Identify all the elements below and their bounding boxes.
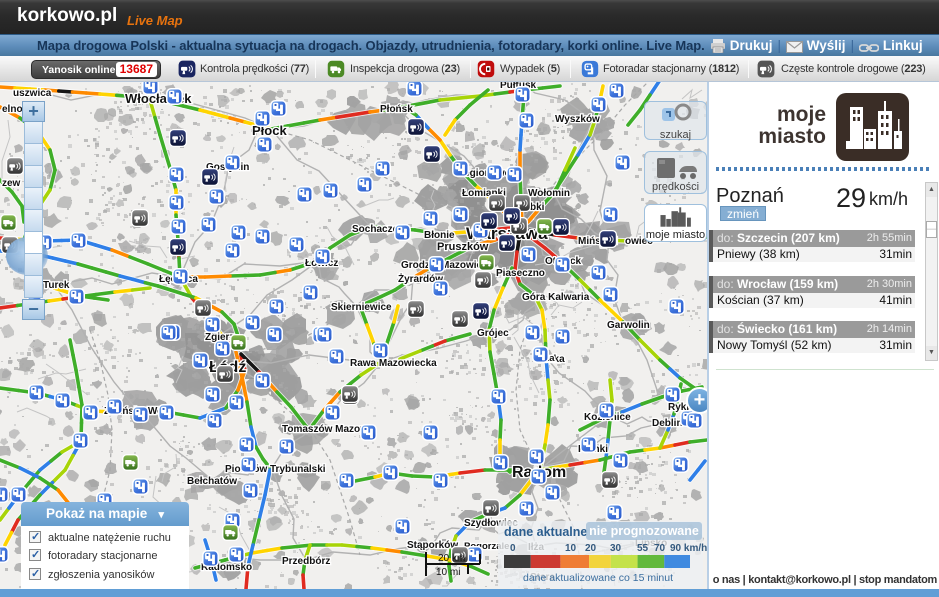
svg-text:Skierniewice: Skierniewice <box>331 302 392 313</box>
svg-text:Błonie: Błonie <box>424 230 455 241</box>
svg-text:Rawa Mazowiecka: Rawa Mazowiecka <box>350 358 437 369</box>
svg-text:Tomaszów Mazow: Tomaszów Mazow <box>282 424 368 435</box>
svg-text:Grójec: Grójec <box>477 328 509 339</box>
svg-text:20 km: 20 km <box>438 553 465 564</box>
svg-text:elno: elno <box>2 104 23 115</box>
svg-text:Góra Kalwaria: Góra Kalwaria <box>522 292 590 303</box>
svg-text:Pruszków: Pruszków <box>437 241 489 253</box>
svg-text:zew: zew <box>2 178 21 189</box>
svg-text:Wołomin: Wołomin <box>528 188 570 199</box>
svg-text:Piaseczno: Piaseczno <box>496 268 545 279</box>
svg-text:uszwica: uszwica <box>13 88 52 99</box>
svg-text:10 mi: 10 mi <box>436 567 460 578</box>
svg-text:Przedbórz: Przedbórz <box>282 556 330 567</box>
svg-text:Garwolin: Garwolin <box>607 320 650 331</box>
svg-text:Płońsk: Płońsk <box>380 104 413 115</box>
svg-text:bki: bki <box>530 202 545 213</box>
svg-text:Turek: Turek <box>43 280 70 291</box>
svg-text:Wyszków: Wyszków <box>555 114 600 125</box>
svg-text:Bełchatów: Bełchatów <box>187 476 237 487</box>
svg-text:Deblin: Deblin <box>652 418 683 429</box>
